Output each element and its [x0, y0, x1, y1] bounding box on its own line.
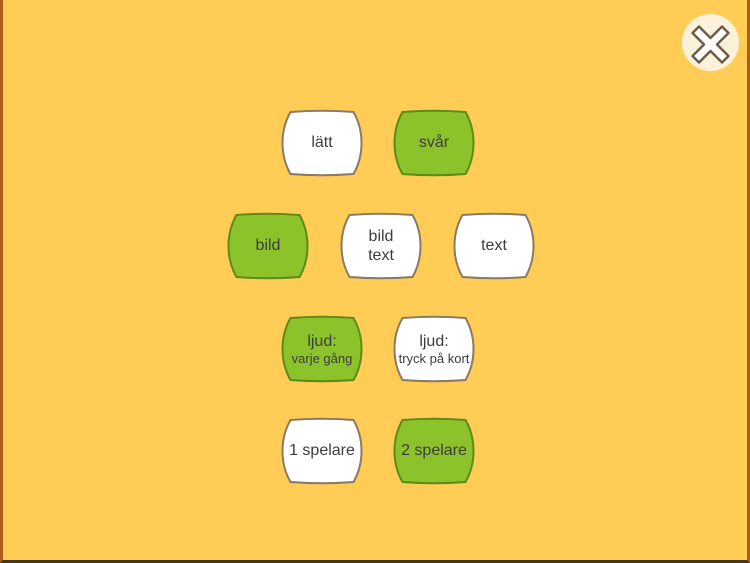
option-button-bild-text[interactable]: bild text	[339, 212, 423, 280]
button-shape	[393, 417, 475, 485]
option-button-ljud-tryck-pa-kort[interactable]: ljud: tryck på kort	[392, 315, 476, 383]
close-button[interactable]	[682, 14, 739, 71]
options-panel: lätt svår bild bild text text ljud: varj…	[3, 0, 747, 560]
button-shape	[281, 315, 363, 383]
option-button-ljud-varje-gang[interactable]: ljud: varje gång	[280, 315, 364, 383]
option-button-latt[interactable]: lätt	[280, 109, 364, 177]
button-shape	[281, 417, 363, 485]
option-button-text[interactable]: text	[452, 212, 536, 280]
button-shape	[227, 212, 309, 280]
settings-screen: lätt svår bild bild text text ljud: varj…	[0, 0, 750, 563]
option-button-bild[interactable]: bild	[226, 212, 310, 280]
option-button-1-spelare[interactable]: 1 spelare	[280, 417, 364, 485]
option-button-2-spelare[interactable]: 2 spelare	[392, 417, 476, 485]
close-x-icon	[691, 25, 730, 64]
button-shape	[340, 212, 422, 280]
button-shape	[393, 315, 475, 383]
option-button-svar[interactable]: svår	[392, 109, 476, 177]
button-shape	[393, 109, 475, 177]
button-shape	[281, 109, 363, 177]
button-shape	[453, 212, 535, 280]
